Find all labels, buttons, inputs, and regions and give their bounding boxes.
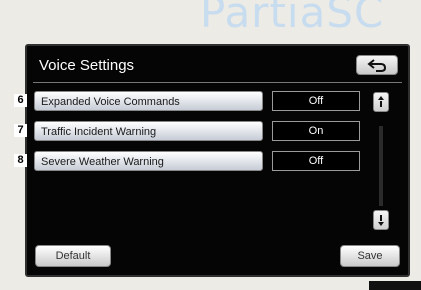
- scroll-down-icon: [378, 215, 384, 226]
- severe-weather-warning-value: Off: [272, 151, 360, 171]
- scroll-up-button[interactable]: [373, 92, 389, 112]
- expanded-voice-commands-button[interactable]: Expanded Voice Commands: [34, 91, 263, 111]
- row-index-badge: 7: [14, 124, 27, 137]
- page-title: Voice Settings: [39, 57, 135, 74]
- traffic-incident-warning-button[interactable]: Traffic Incident Warning: [34, 121, 263, 141]
- row-index-badge: 6: [14, 94, 27, 107]
- expanded-voice-commands-value: Off: [272, 91, 360, 111]
- save-button[interactable]: Save: [340, 245, 400, 267]
- row-index-badge: 8: [14, 154, 27, 167]
- back-arrow-icon: [367, 59, 387, 72]
- default-button[interactable]: Default: [35, 245, 111, 267]
- watermark: PartiaSC: [200, 0, 385, 37]
- scroll-up-icon: [378, 96, 384, 107]
- title-divider: [33, 82, 402, 83]
- traffic-incident-warning-value: On: [272, 121, 360, 141]
- scroll-down-button[interactable]: [373, 210, 389, 230]
- back-button[interactable]: [356, 55, 398, 75]
- severe-weather-warning-button[interactable]: Severe Weather Warning: [34, 151, 263, 171]
- corner-label: [369, 281, 421, 290]
- scrollbar-track[interactable]: [379, 126, 383, 206]
- voice-settings-screen: Voice Settings 6 Expanded Voice Commands…: [14, 44, 410, 277]
